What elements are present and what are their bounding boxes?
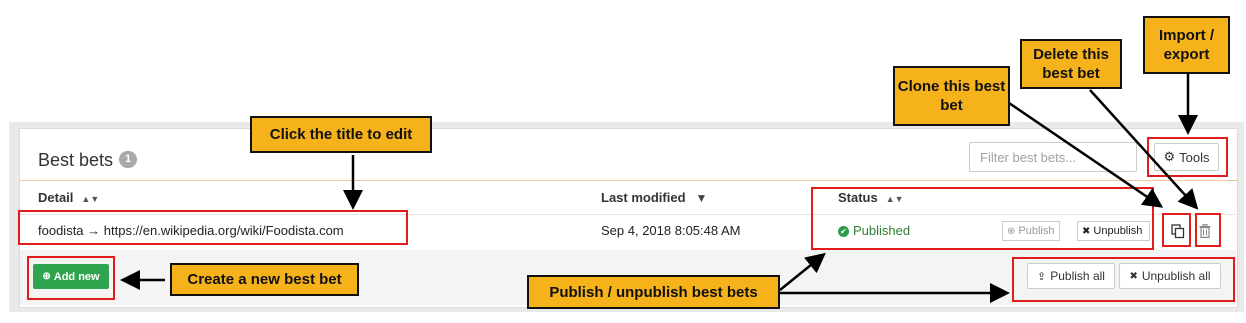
callout-publish-unpublish: Publish / unpublish best bets <box>527 275 780 309</box>
callout-edit-title: Click the title to edit <box>250 116 432 153</box>
callout-clone: Clone this best bet <box>893 66 1010 126</box>
callout-create-new: Create a new best bet <box>170 263 359 296</box>
callout-delete: Delete this best bet <box>1020 39 1122 89</box>
callout-import-export: Import / export <box>1143 16 1230 74</box>
